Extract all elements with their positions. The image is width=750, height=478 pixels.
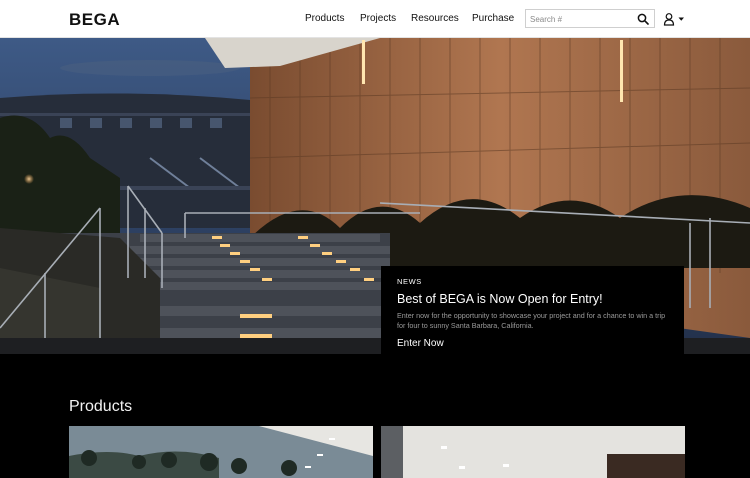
product-image-2 bbox=[381, 426, 685, 478]
products-heading: Products bbox=[69, 398, 133, 415]
search-box bbox=[525, 9, 655, 28]
news-card: NEWS Best of BEGA is Now Open for Entry!… bbox=[381, 266, 684, 354]
news-tag: NEWS bbox=[397, 277, 422, 286]
search-input[interactable] bbox=[530, 12, 630, 26]
news-description: Enter now for the opportunity to showcas… bbox=[397, 311, 666, 330]
user-icon[interactable] bbox=[663, 12, 687, 26]
product-card-1[interactable] bbox=[69, 426, 373, 478]
nav-purchase[interactable]: Purchase bbox=[472, 12, 514, 26]
search-icon[interactable] bbox=[637, 13, 649, 25]
product-card-2[interactable] bbox=[381, 426, 685, 478]
nav-projects[interactable]: Projects bbox=[360, 12, 396, 26]
product-image-1 bbox=[69, 426, 373, 478]
enter-now-link[interactable]: Enter Now bbox=[397, 338, 444, 349]
caret-down-icon bbox=[678, 17, 684, 21]
news-title[interactable]: Best of BEGA is Now Open for Entry! bbox=[397, 292, 668, 306]
hero-banner: NEWS Best of BEGA is Now Open for Entry!… bbox=[0, 38, 750, 354]
site-header: BEGA Products Projects Resources Purchas… bbox=[0, 0, 750, 38]
nav-products[interactable]: Products bbox=[305, 12, 344, 26]
nav-resources[interactable]: Resources bbox=[411, 12, 459, 26]
